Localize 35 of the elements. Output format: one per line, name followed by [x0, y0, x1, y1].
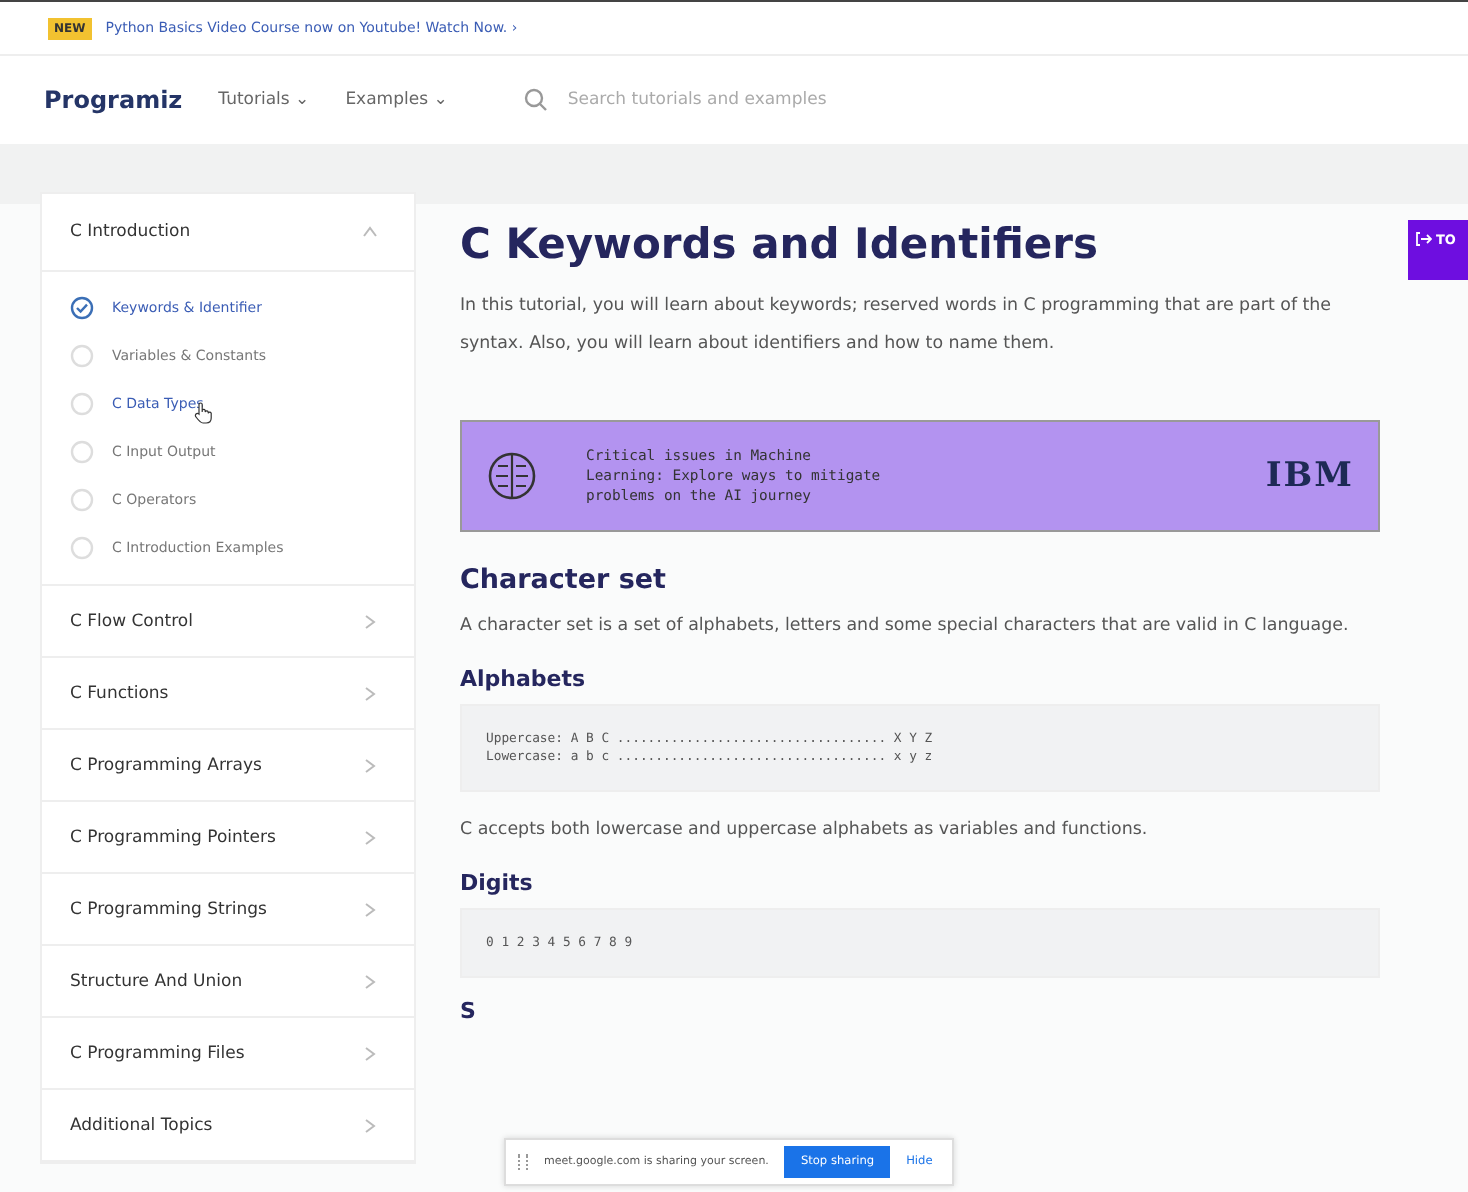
sidebar-section[interactable]: C Programming Strings — [42, 874, 414, 946]
paragraph: A character set is a set of alphabets, letters and some special characters that are valid in C language. — [460, 614, 1351, 640]
sidebar-section[interactable]: C Programming Files — [42, 1018, 414, 1090]
sidebar-section[interactable]: C Flow Control — [42, 586, 414, 658]
chevron-right-icon — [362, 901, 378, 917]
exit-arrow-icon — [1416, 232, 1432, 246]
subsection-heading: Digits — [460, 870, 535, 896]
page-title: C Keywords and Identifiers — [460, 220, 1100, 268]
sidebar-section[interactable]: Additional Topics — [42, 1090, 414, 1162]
sidebar-section[interactable]: C Programming Pointers — [42, 802, 414, 874]
chevron-right-icon — [362, 973, 378, 989]
chevron-right-icon — [362, 685, 378, 701]
section-heading: Character set — [460, 564, 669, 596]
sidebar-section[interactable]: C Functions — [42, 658, 414, 730]
logo[interactable]: Programiz — [44, 86, 183, 114]
drag-handle-icon[interactable] — [518, 1154, 528, 1170]
nav-menu[interactable]: Tutorials ⌄ — [218, 90, 310, 110]
paragraph: C accepts both lowercase and uppercase alphabets as variables and functions. — [460, 818, 1150, 844]
sidebar-section[interactable]: Structure And Union — [42, 946, 414, 1018]
subsection-heading: Alphabets — [460, 666, 588, 692]
nav-menu[interactable]: Examples ⌄ — [345, 90, 448, 110]
sidebar-section[interactable]: C Introduction — [42, 194, 414, 272]
ad-logo: IBM — [1265, 456, 1354, 496]
brain-icon — [486, 450, 538, 502]
chevron-right-icon — [362, 613, 378, 629]
intro-paragraph: In this tutorial, you will learn about keywords; reserved words in C programming that are part of the syntax. Also, you will learn about identifiers and how to name them. — [460, 294, 1334, 358]
search-field[interactable]: Search tutorials and examples — [523, 88, 972, 112]
chevron-right-icon — [362, 829, 378, 845]
chevron-up-icon — [362, 224, 378, 240]
search-icon — [523, 88, 548, 112]
sidebar-section[interactable]: C Programming Arrays — [42, 730, 414, 802]
chevron-right-icon — [362, 1045, 378, 1061]
chevron-right-icon — [362, 1117, 378, 1133]
chevron-right-icon — [362, 757, 378, 773]
subsection-heading: S — [460, 998, 478, 1024]
